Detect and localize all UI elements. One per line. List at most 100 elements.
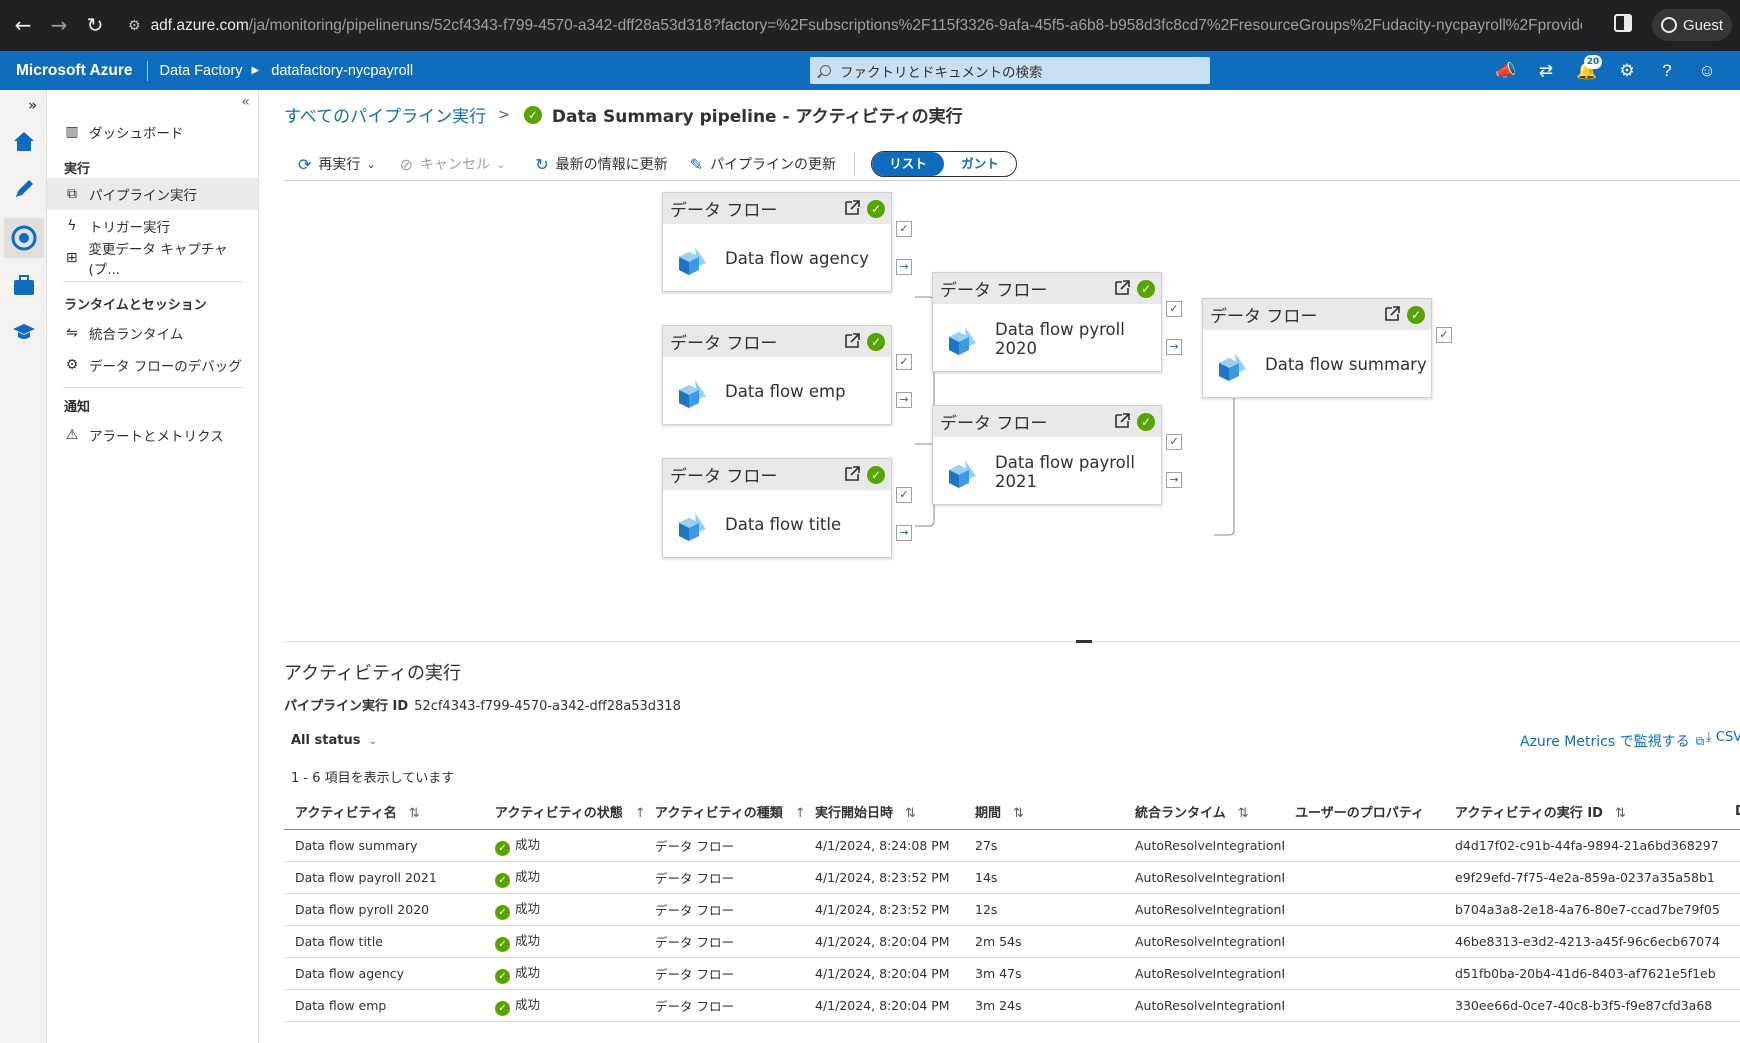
- nav-alerts[interactable]: ⚠ アラートとメトリクス: [47, 419, 258, 451]
- sort-icon[interactable]: ⇅: [1238, 806, 1249, 821]
- sort-icon[interactable]: ⇅: [409, 806, 420, 821]
- service-link[interactable]: Data Factory: [160, 63, 243, 79]
- update-pipeline-button[interactable]: ✎ パイプラインの更新: [690, 154, 836, 174]
- completion-output-port[interactable]: →: [896, 259, 912, 275]
- export-csv-button[interactable]: ⤓ CSV: [1706, 730, 1740, 745]
- sort-icon[interactable]: ↑: [795, 806, 804, 821]
- column-header[interactable]: アクティビティ名 ⇅: [284, 795, 484, 830]
- cell-runtime: AutoResolveIntegrationRu: [1124, 893, 1284, 926]
- site-info-icon[interactable]: ⚙: [128, 18, 141, 34]
- column-header[interactable]: 統合ランタイム ⇅: [1124, 795, 1284, 830]
- cancel-button[interactable]: ⊘ キャンセル ⌄: [400, 154, 506, 174]
- address-bar[interactable]: ⚙ adf.azure.com/ja/monitoring/pipelineru…: [122, 8, 1582, 43]
- activity-box[interactable]: データ フロー ✓ Data flow payroll 2021: [932, 405, 1162, 505]
- cell-name[interactable]: Data flow payroll 2021: [284, 861, 484, 894]
- success-icon: ✓: [495, 841, 510, 856]
- column-header[interactable]: アクティビティの状態 ↑: [484, 795, 644, 830]
- completion-output-port[interactable]: →: [1166, 472, 1182, 488]
- nav-pipeline-runs[interactable]: ⧉ パイプライン実行: [47, 178, 258, 210]
- activity-box[interactable]: データ フロー ✓ Data flow pyroll 2020: [932, 272, 1162, 372]
- help-icon[interactable]: ?: [1656, 60, 1678, 82]
- collapse-icon[interactable]: «: [241, 94, 250, 110]
- status-filter-dropdown[interactable]: All status ⌄: [291, 733, 377, 748]
- open-external-icon[interactable]: [843, 465, 861, 483]
- sort-icon[interactable]: ⇅: [1615, 806, 1626, 821]
- nav-dataflow-debug[interactable]: ⚙ データ フローのデバッグ: [47, 349, 258, 381]
- open-external-icon[interactable]: [843, 199, 861, 217]
- table-row[interactable]: Data flow pyroll 2020 ✓ 成功 データ フロー 4/1/2024,…: [284, 893, 1740, 926]
- list-view-button[interactable]: リスト: [872, 152, 945, 176]
- completion-output-port[interactable]: →: [1166, 339, 1182, 355]
- nav-change-data-capture[interactable]: ⊞ 変更データ キャプチャ (プ...: [47, 242, 258, 278]
- completion-output-port[interactable]: →: [896, 392, 912, 408]
- settings-icon[interactable]: ⚙: [1616, 60, 1638, 82]
- forward-icon[interactable]: →: [44, 10, 74, 40]
- table-row[interactable]: Data flow agency ✓ 成功 データ フロー 4/1/2024, 8:20…: [284, 957, 1740, 990]
- column-header[interactable]: 期間 ⇅: [964, 795, 1124, 830]
- cell-name[interactable]: Data flow emp: [284, 989, 484, 1022]
- reload-icon[interactable]: ↻: [80, 10, 110, 40]
- sort-icon[interactable]: ↑: [635, 806, 644, 821]
- sort-icon[interactable]: ⇅: [1013, 806, 1024, 821]
- side-panel-icon[interactable]: [1614, 14, 1632, 32]
- open-external-icon[interactable]: [1113, 412, 1131, 430]
- open-external-icon[interactable]: [843, 332, 861, 350]
- search-input[interactable]: ファクトリとドキュメントの検索: [810, 57, 1210, 84]
- success-output-port[interactable]: ✓: [896, 354, 912, 370]
- column-header[interactable]: アクティビティの実行 ID ⇅: [1444, 795, 1724, 830]
- table-row[interactable]: Data flow payroll 2021 ✓ 成功 データ フロー 4/1/2024…: [284, 861, 1740, 894]
- switch-directory-icon[interactable]: ⇄: [1535, 60, 1557, 82]
- cell-name[interactable]: Data flow agency: [284, 957, 484, 990]
- column-header[interactable]: ユーザーのプロパティ: [1284, 795, 1444, 830]
- profile-button[interactable]: Guest: [1652, 9, 1732, 41]
- success-output-port[interactable]: ✓: [1166, 434, 1182, 450]
- pipeline-canvas[interactable]: データ フロー ✓ Data flow agency ✓ → データ フロー ✓ Data f…: [284, 182, 1740, 642]
- chevron-down-icon: ⌄: [496, 157, 506, 171]
- author-icon[interactable]: [11, 176, 37, 202]
- column-header[interactable]: D: [1724, 795, 1740, 830]
- gantt-view-button[interactable]: ガント: [944, 152, 1016, 176]
- open-external-icon[interactable]: [1383, 305, 1401, 323]
- item-count: 1 - 6 項目を表示しています: [291, 771, 455, 786]
- feedback-icon[interactable]: 📣: [1495, 60, 1517, 82]
- activity-box[interactable]: データ フロー ✓ Data flow emp: [662, 325, 892, 425]
- factory-name[interactable]: datafactory-nycpayroll: [271, 63, 413, 79]
- success-output-port[interactable]: ✓: [896, 221, 912, 237]
- open-external-icon[interactable]: [1113, 279, 1131, 297]
- home-icon[interactable]: [11, 128, 37, 154]
- table-row[interactable]: Data flow emp ✓ 成功 データ フロー 4/1/2024, 8:20:04…: [284, 989, 1740, 1022]
- sort-icon[interactable]: ⇅: [905, 806, 916, 821]
- column-header[interactable]: アクティビティの種類 ↑: [644, 795, 804, 830]
- pane-splitter[interactable]: [284, 641, 1740, 642]
- success-output-port[interactable]: ✓: [1436, 327, 1452, 343]
- nav-integration-runtime[interactable]: ⇋ 統合ランタイム: [47, 317, 258, 349]
- splitter-grip[interactable]: [1076, 640, 1092, 643]
- learning-icon[interactable]: [11, 318, 37, 344]
- manage-icon[interactable]: [11, 273, 37, 299]
- table-row[interactable]: Data flow summary ✓ 成功 データ フロー 4/1/2024, 8:2…: [284, 829, 1740, 862]
- rerun-button[interactable]: ⟳ 再実行 ⌄: [298, 154, 376, 174]
- all-pipeline-runs-link[interactable]: すべてのパイプライン実行: [284, 102, 486, 127]
- account-icon[interactable]: ☺: [1696, 60, 1718, 82]
- azure-metrics-link[interactable]: Azure Metrics で監視する ⧉: [1520, 731, 1704, 751]
- back-icon[interactable]: ←: [8, 10, 38, 40]
- view-toggle[interactable]: リスト ガント: [871, 151, 1018, 177]
- completion-output-port[interactable]: →: [896, 525, 912, 541]
- activity-box[interactable]: データ フロー ✓ Data flow summary: [1202, 298, 1432, 398]
- external-link-icon: ⧉: [1695, 733, 1705, 748]
- cell-name[interactable]: Data flow summary: [284, 829, 484, 862]
- activity-box[interactable]: データ フロー ✓ Data flow title: [662, 458, 892, 558]
- monitor-icon[interactable]: [4, 218, 44, 258]
- brand-link[interactable]: Microsoft Azure: [16, 62, 133, 80]
- success-output-port[interactable]: ✓: [1166, 301, 1182, 317]
- cell-name[interactable]: Data flow pyroll 2020: [284, 893, 484, 926]
- success-output-port[interactable]: ✓: [896, 487, 912, 503]
- column-header[interactable]: 実行開始日時 ⇅: [804, 795, 964, 830]
- table-row[interactable]: Data flow title ✓ 成功 データ フロー 4/1/2024, 8:20:…: [284, 925, 1740, 958]
- refresh-button[interactable]: ↻ 最新の情報に更新: [535, 154, 667, 174]
- nav-dashboard[interactable]: ▥ ダッシュボード: [47, 116, 258, 148]
- expand-icon[interactable]: »: [28, 96, 37, 114]
- activity-box[interactable]: データ フロー ✓ Data flow agency: [662, 192, 892, 292]
- cell-name[interactable]: Data flow title: [284, 925, 484, 958]
- pipeline-icon: ⧉: [67, 186, 77, 202]
